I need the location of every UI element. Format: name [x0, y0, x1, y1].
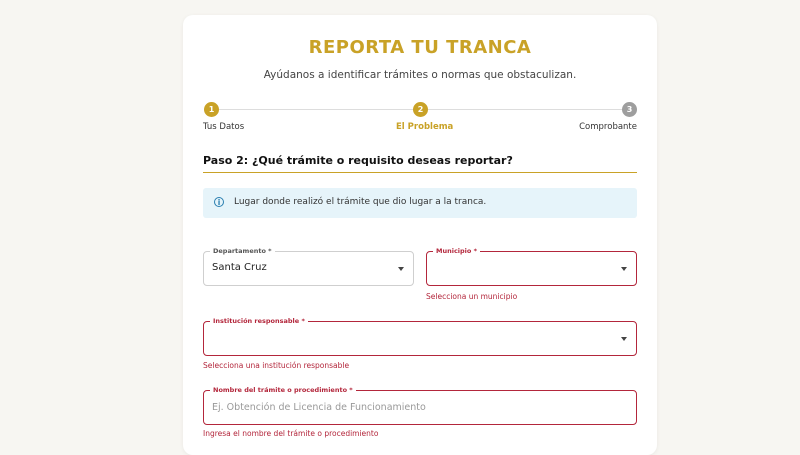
step-2-label: El Problema — [396, 122, 454, 132]
step-2-indicator: 2 — [413, 102, 428, 117]
institucion-select[interactable]: Institución responsable * — [203, 316, 637, 356]
tramite-label: Nombre del trámite o procedimiento * — [210, 385, 356, 395]
municipio-error: Selecciona un municipio — [426, 292, 518, 301]
tramite-input[interactable]: Nombre del trámite o procedimiento * Ej.… — [203, 385, 637, 425]
step-3-label: Comprobante — [579, 122, 637, 132]
step-1-label: Tus Datos — [203, 122, 245, 132]
institucion-label: Institución responsable * — [210, 316, 308, 326]
institucion-error: Selecciona una institución responsable — [203, 361, 350, 370]
report-form-card: REPORTA TU TRANCA Ayúdanos a identificar… — [183, 15, 657, 455]
page-subtitle: Ayúdanos a identificar trámites o normas… — [263, 69, 577, 81]
step-1-indicator: 1 — [204, 102, 219, 117]
section-title: Paso 2: ¿Qué trámite o requisito deseas … — [203, 154, 513, 167]
tramite-placeholder: Ej. Obtención de Licencia de Funcionamie… — [212, 402, 426, 413]
info-banner: i Lugar donde realizó el trámite que dio… — [203, 188, 637, 218]
departamento-select[interactable]: Departamento * Santa Cruz — [203, 246, 414, 286]
info-text: Lugar donde realizó el trámite que dio l… — [234, 197, 487, 207]
info-icon: i — [214, 197, 224, 207]
departamento-label: Departamento * — [210, 246, 275, 256]
departamento-value: Santa Cruz — [212, 262, 267, 273]
municipio-label: Municipio * — [433, 246, 481, 256]
step-3-indicator: 3 — [622, 102, 637, 117]
section-divider — [203, 172, 637, 173]
chevron-down-icon — [621, 267, 627, 271]
municipio-select[interactable]: Municipio * — [426, 246, 637, 286]
page-title: REPORTA TU TRANCA — [308, 37, 532, 58]
tramite-error: Ingresa el nombre del trámite o procedim… — [203, 429, 379, 438]
chevron-down-icon — [398, 267, 404, 271]
chevron-down-icon — [621, 337, 627, 341]
